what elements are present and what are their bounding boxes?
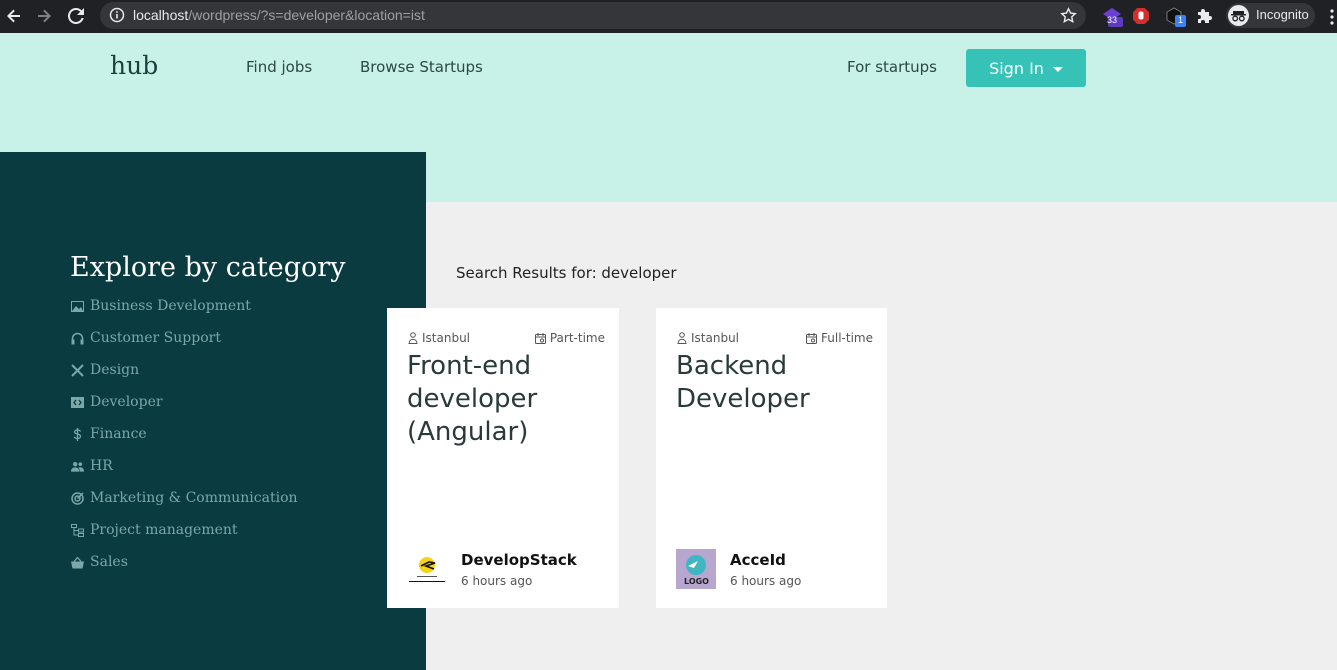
- category-label: Customer Support: [90, 330, 221, 346]
- dollar-icon: [71, 428, 84, 441]
- address-bar[interactable]: localhost/wordpress/?s=developer&locatio…: [100, 2, 1086, 29]
- category-sidebar: Explore by category Business Development…: [0, 152, 426, 670]
- company-logo-acceid: LOGO: [676, 549, 716, 589]
- sign-in-button[interactable]: Sign In: [966, 49, 1086, 87]
- calendar-clock-icon: [806, 332, 818, 344]
- extension-cube-icon[interactable]: 1: [1162, 4, 1186, 28]
- hierarchy-icon: [71, 524, 84, 537]
- browser-menu-icon[interactable]: [1330, 9, 1334, 29]
- image-icon: [71, 300, 84, 313]
- job-card[interactable]: Istanbul Full-time Backend Developer LOG…: [656, 308, 887, 608]
- extensions-puzzle-icon[interactable]: [1195, 4, 1215, 28]
- back-icon[interactable]: [4, 6, 24, 26]
- site-logo[interactable]: hub: [110, 51, 158, 80]
- category-list: Business Development Customer Support De…: [71, 298, 298, 586]
- nav-browse-startups[interactable]: Browse Startups: [360, 58, 483, 76]
- info-icon[interactable]: [109, 7, 125, 27]
- category-label: Sales: [90, 554, 128, 570]
- job-type: Full-time: [806, 331, 873, 345]
- extension-purple-icon[interactable]: 33: [1100, 4, 1124, 28]
- person-icon: [408, 332, 418, 344]
- category-item-business-development[interactable]: Business Development: [71, 298, 298, 330]
- job-title[interactable]: Front-end developer (Angular): [407, 350, 607, 449]
- code-icon: [71, 396, 84, 409]
- job-location: Istanbul: [408, 331, 470, 345]
- category-label: Design: [90, 362, 140, 378]
- extension-badge-count: 33: [1107, 15, 1118, 25]
- target-icon: [71, 492, 84, 505]
- person-icon: [677, 332, 687, 344]
- job-title[interactable]: Backend Developer: [676, 350, 876, 416]
- company-logo-text: LOGO: [684, 577, 709, 586]
- posted-time: 6 hours ago: [461, 573, 533, 588]
- incognito-icon: [1228, 5, 1249, 26]
- nav-for-startups[interactable]: For startups: [847, 58, 937, 76]
- job-type: Part-time: [534, 331, 605, 345]
- headphones-icon: [71, 332, 84, 345]
- reload-icon[interactable]: [66, 6, 86, 26]
- category-label: Developer: [90, 394, 163, 410]
- browser-toolbar: localhost/wordpress/?s=developer&locatio…: [0, 0, 1337, 33]
- url-path: /wordpress/?s=developer&location=ist: [188, 7, 425, 23]
- job-card[interactable]: Istanbul Part-time Front-end developer (…: [387, 308, 619, 608]
- url-text: localhost/wordpress/?s=developer&locatio…: [133, 7, 425, 23]
- job-type-text: Part-time: [549, 331, 605, 345]
- job-location-text: Istanbul: [691, 331, 740, 345]
- calendar-clock-icon: [534, 332, 546, 344]
- caret-down-icon: [1052, 66, 1063, 72]
- category-item-developer[interactable]: Developer: [71, 394, 298, 426]
- search-results-title: Search Results for: developer: [456, 264, 677, 282]
- nav-find-jobs[interactable]: Find jobs: [246, 58, 312, 76]
- category-item-hr[interactable]: HR: [71, 458, 298, 490]
- job-type-text: Full-time: [821, 331, 873, 345]
- category-label: Business Development: [90, 298, 251, 314]
- posted-time: 6 hours ago: [730, 573, 802, 588]
- category-item-marketing-communication[interactable]: Marketing & Communication: [71, 490, 298, 522]
- url-host: localhost: [133, 7, 189, 23]
- category-item-customer-support[interactable]: Customer Support: [71, 330, 298, 362]
- job-location: Istanbul: [677, 331, 739, 345]
- incognito-badge[interactable]: Incognito: [1226, 3, 1315, 28]
- job-meta: Istanbul Full-time: [677, 331, 873, 345]
- forward-icon[interactable]: [34, 6, 54, 26]
- company-logo-developstack: [407, 549, 447, 589]
- bookmark-star-icon[interactable]: [1060, 7, 1077, 28]
- category-label: HR: [90, 458, 113, 474]
- company-info: LOGO AcceId 6 hours ago: [676, 549, 801, 589]
- sign-in-label: Sign In: [989, 58, 1044, 78]
- category-item-design[interactable]: Design: [71, 362, 298, 394]
- company-info: DevelopStack 6 hours ago: [407, 549, 577, 589]
- company-name[interactable]: AcceId: [730, 551, 801, 569]
- company-name[interactable]: DevelopStack: [461, 551, 577, 569]
- category-label: Marketing & Communication: [90, 490, 298, 506]
- category-label: Finance: [90, 426, 147, 442]
- design-tools-icon: [71, 364, 84, 377]
- category-label: Project management: [90, 522, 238, 538]
- job-meta: Istanbul Part-time: [408, 331, 605, 345]
- people-icon: [71, 460, 84, 473]
- job-location-text: Istanbul: [422, 331, 471, 345]
- category-item-finance[interactable]: Finance: [71, 426, 298, 458]
- extension-badge-count-2: 1: [1175, 15, 1186, 27]
- category-item-sales[interactable]: Sales: [71, 554, 298, 586]
- adblock-hand-icon[interactable]: [1130, 4, 1152, 28]
- basket-icon: [71, 556, 84, 569]
- incognito-label: Incognito: [1256, 7, 1309, 22]
- sidebar-title: Explore by category: [70, 252, 346, 283]
- category-item-project-management[interactable]: Project management: [71, 522, 298, 554]
